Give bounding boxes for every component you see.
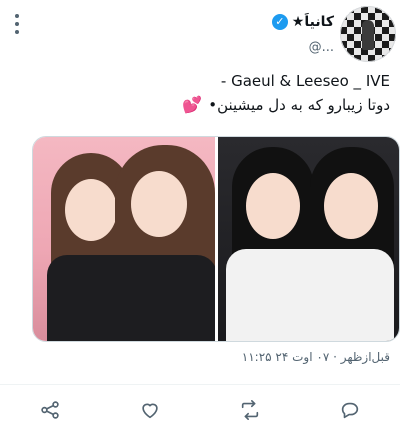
user-handle[interactable]: @...	[309, 40, 334, 55]
pink-hearts-emoji-icon: 💕	[182, 95, 203, 114]
retweet-button[interactable]	[234, 394, 266, 426]
retweet-icon	[241, 400, 259, 420]
verified-badge-icon: ✓	[271, 14, 288, 30]
photo-left[interactable]	[33, 137, 215, 341]
divider	[0, 384, 400, 385]
share-icon	[41, 401, 59, 419]
media-grid	[32, 136, 400, 342]
reply-button[interactable]	[334, 394, 366, 426]
reply-icon	[341, 402, 359, 419]
photo-right[interactable]	[217, 137, 399, 341]
tweet-text-line-2-text: •دوتا زیبارو که به دل میشینن	[208, 95, 390, 114]
action-bar	[0, 394, 400, 426]
tweet-text-line-1: - Gaeul & Leeseo _ IVE	[220, 72, 390, 90]
share-button[interactable]	[34, 394, 66, 426]
tweet-text-line-2: 💕 •دوتا زیبارو که به دل میشینن	[182, 95, 390, 114]
display-name[interactable]: ★کانیاَ	[292, 14, 334, 30]
author-name-row[interactable]: ✓ ★کانیاَ	[271, 12, 334, 32]
avatar[interactable]	[340, 6, 396, 62]
tweet-timestamp[interactable]: ۱۱:۲۵ قبل‌ازظهر · ۰۷ اوت ۲۴	[242, 350, 390, 364]
more-options-icon[interactable]	[12, 14, 22, 34]
heart-icon	[142, 403, 158, 419]
like-button[interactable]	[134, 394, 166, 426]
